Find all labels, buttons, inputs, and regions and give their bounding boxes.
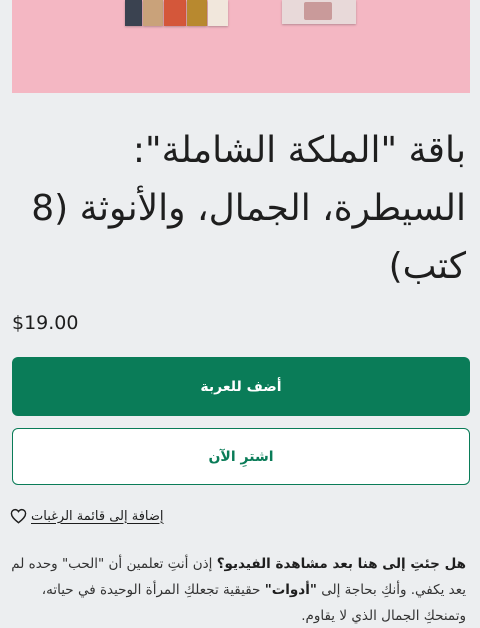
product-price: $19.00	[12, 312, 79, 334]
book-cover	[125, 0, 142, 26]
heart-icon	[10, 508, 27, 524]
book-cover	[187, 0, 207, 26]
add-to-wishlist-link[interactable]: إضافة إلى قائمة الرغبات	[10, 508, 164, 524]
book-cover	[164, 0, 186, 26]
book-cover	[208, 0, 228, 26]
book-cover	[282, 0, 356, 24]
product-image[interactable]	[12, 0, 470, 93]
add-to-cart-button[interactable]: أضف للعربة	[12, 357, 470, 416]
product-description: هل جئتِ إلى هنا بعد مشاهدة الفيديو؟ إذن …	[10, 551, 466, 628]
book-cover	[143, 0, 163, 26]
buy-now-button[interactable]: اشترِ الآن	[12, 428, 470, 485]
wishlist-label: إضافة إلى قائمة الرغبات	[31, 508, 164, 524]
description-intro: هل جئتِ إلى هنا بعد مشاهدة الفيديو؟	[216, 556, 466, 572]
product-page: باقة "الملكة الشاملة": السيطرة، الجمال، …	[0, 0, 480, 628]
description-tools: "أدوات"	[264, 582, 317, 598]
product-title: باقة "الملكة الشاملة": السيطرة، الجمال، …	[31, 130, 466, 287]
